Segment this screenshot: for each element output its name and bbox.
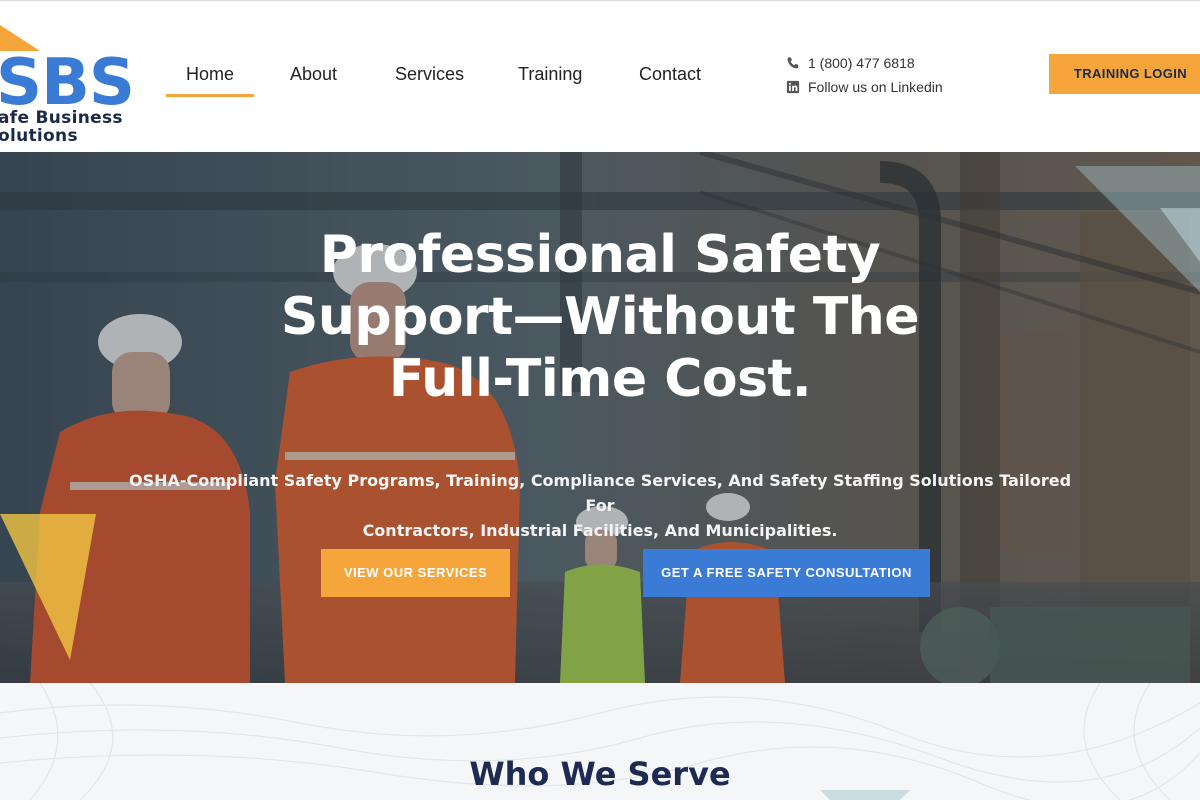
linkedin-icon: [786, 80, 800, 94]
hero-subtitle-line1: OSHA-Compliant Safety Programs, Training…: [128, 471, 1072, 515]
training-login-button[interactable]: TRAINING LOGIN: [1049, 54, 1200, 94]
logo-text-line2: olutions: [0, 126, 78, 146]
hero-title-line1: Professional Safety: [319, 225, 881, 285]
phone-link[interactable]: 1 (800) 477 6818: [786, 54, 915, 72]
hero-title: Professional Safety Support—Without The …: [250, 224, 950, 410]
phone-icon: [787, 57, 799, 69]
nav-item-home[interactable]: Home: [165, 59, 255, 97]
hero-section: Professional Safety Support—Without The …: [0, 152, 1200, 683]
logo-mark: SBS: [0, 46, 135, 120]
hero-title-line2: Support—Without The: [280, 287, 920, 347]
who-we-serve-section: Who We Serve: [0, 683, 1200, 800]
linkedin-link[interactable]: Follow us on Linkedin: [786, 78, 943, 96]
free-consultation-button[interactable]: GET A FREE SAFETY CONSULTATION: [643, 549, 930, 597]
sbs-logo[interactable]: SBS afe Business olutions: [0, 15, 140, 147]
nav-item-training[interactable]: Training: [518, 59, 582, 89]
site-header: SBS afe Business olutions Home About Ser…: [0, 0, 1200, 152]
phone-number: 1 (800) 477 6818: [808, 55, 915, 71]
hero-subtitle-line2: Contractors, Industrial Facilities, And …: [362, 521, 838, 540]
nav-item-about[interactable]: About: [290, 59, 337, 89]
nav-item-contact[interactable]: Contact: [639, 59, 701, 89]
hero-title-line3: Full-Time Cost.: [388, 349, 812, 409]
linkedin-label: Follow us on Linkedin: [808, 79, 943, 95]
logo-text-line1: afe Business: [0, 108, 123, 128]
nav-item-services[interactable]: Services: [395, 59, 464, 89]
hero-subtitle: OSHA-Compliant Safety Programs, Training…: [120, 468, 1080, 543]
view-services-button[interactable]: VIEW OUR SERVICES: [321, 549, 510, 597]
who-we-serve-title: Who We Serve: [469, 755, 731, 793]
